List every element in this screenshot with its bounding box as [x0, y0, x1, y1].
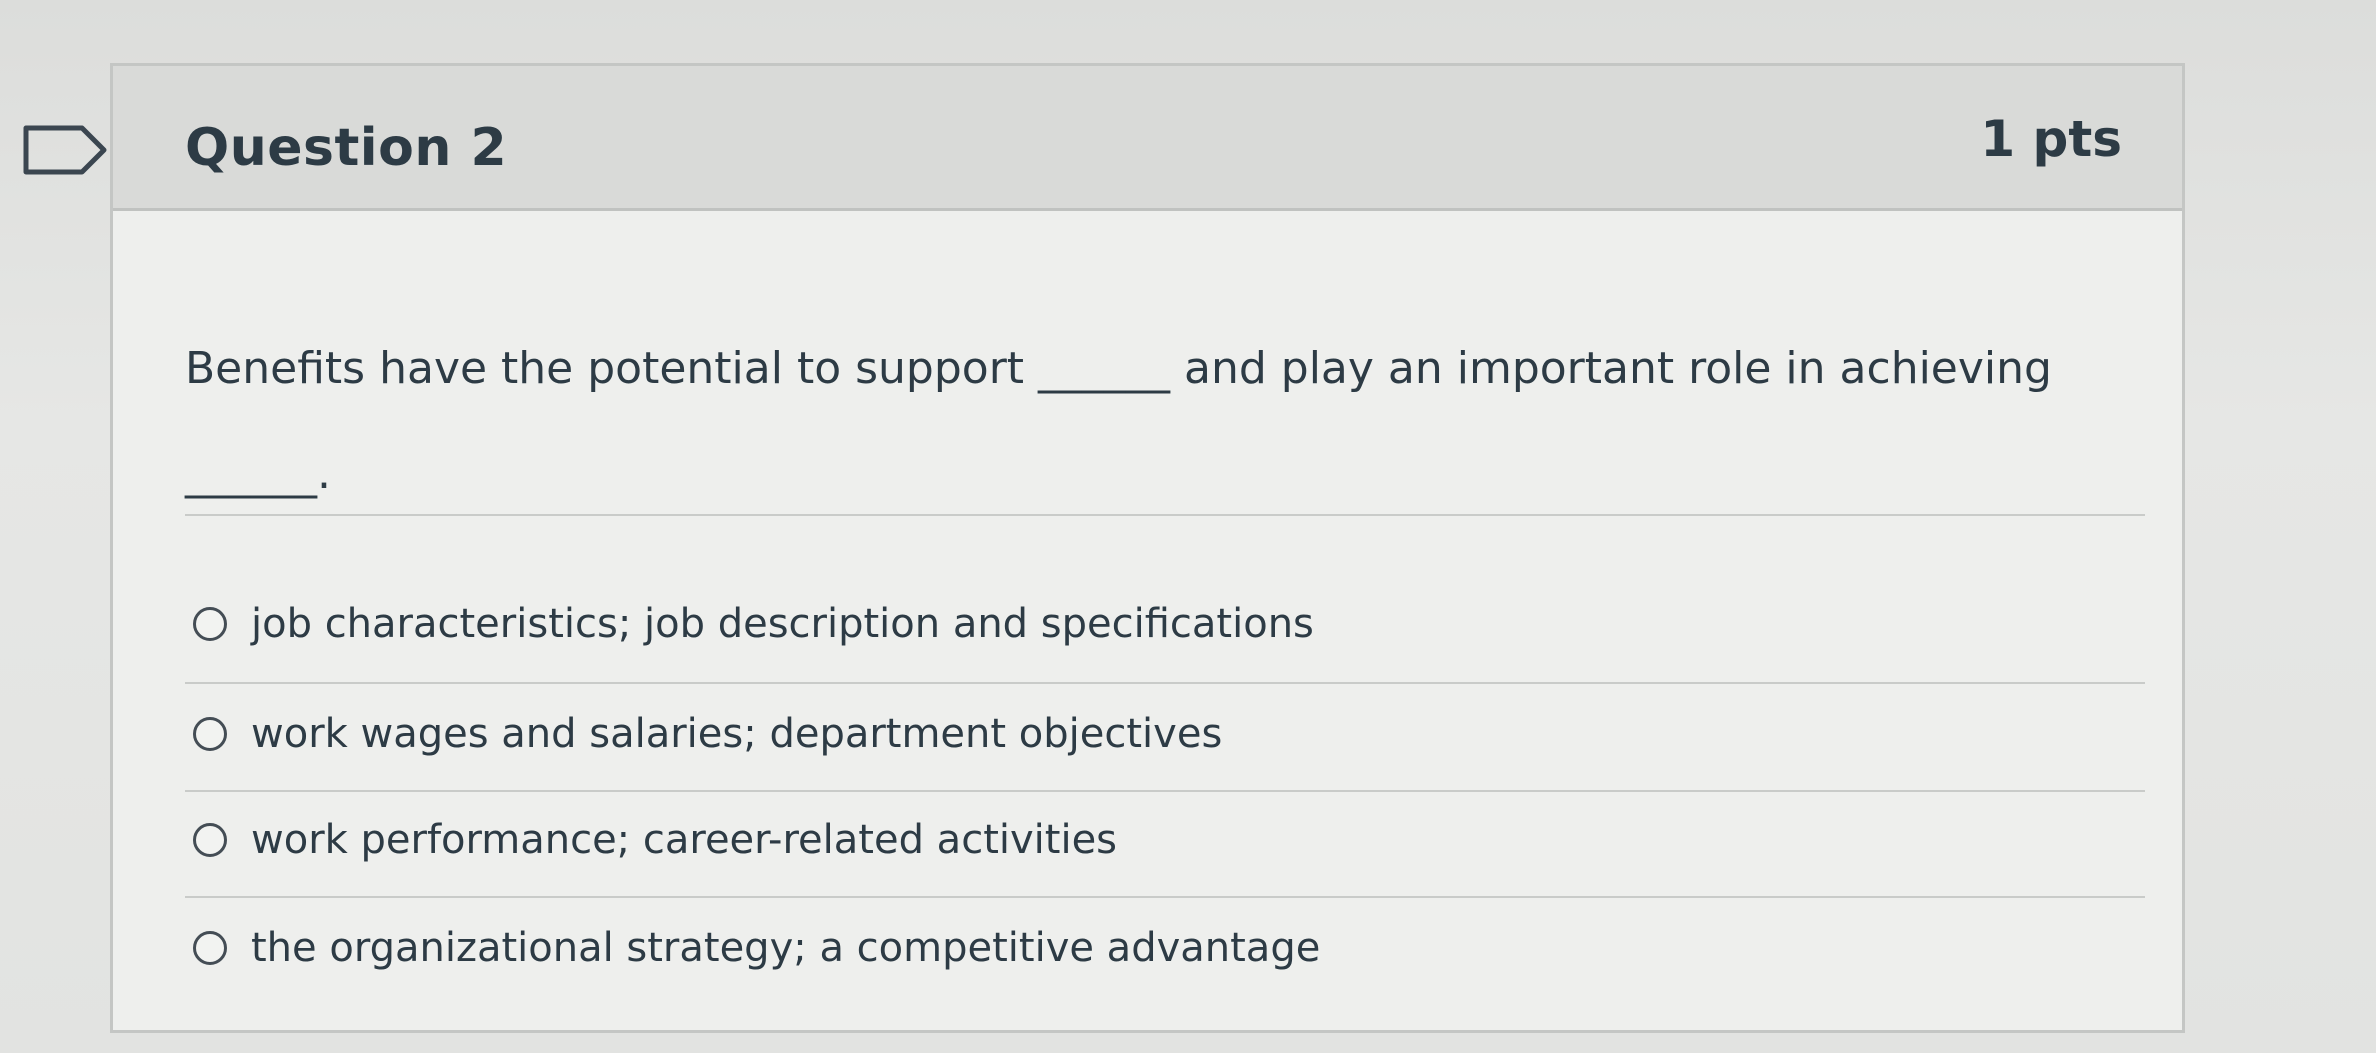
radio-button-icon[interactable] [193, 931, 227, 965]
radio-button-icon[interactable] [193, 823, 227, 857]
question-points: 1 pts [1980, 110, 2122, 168]
answers-top-divider [185, 514, 2145, 516]
answer-label[interactable]: the organizational strategy; a competiti… [251, 925, 1320, 971]
answer-divider [185, 790, 2145, 792]
answer-divider [185, 682, 2145, 684]
question-header: Question 2 1 pts [113, 66, 2182, 211]
radio-button-icon[interactable] [193, 717, 227, 751]
answer-label[interactable]: work performance; career-related activit… [251, 817, 1117, 863]
answer-label[interactable]: job characteristics; job description and… [251, 601, 1314, 647]
answer-option-3[interactable]: work performance; career-related activit… [193, 800, 1117, 880]
flag-question-icon[interactable] [20, 124, 110, 176]
question-card: Question 2 1 pts Benefits have the poten… [110, 63, 2185, 1033]
question-title: Question 2 [185, 118, 508, 178]
answer-label[interactable]: work wages and salaries; department obje… [251, 711, 1222, 757]
question-text-line-2: ______. [185, 448, 331, 499]
answer-option-1[interactable]: job characteristics; job description and… [193, 584, 1314, 664]
radio-button-icon[interactable] [193, 607, 227, 641]
question-text-line-1: Benefits have the potential to support _… [185, 343, 2052, 394]
answer-divider [185, 896, 2145, 898]
question-text: Benefits have the potential to support _… [185, 316, 2085, 526]
answer-option-4[interactable]: the organizational strategy; a competiti… [193, 908, 1320, 988]
answer-option-2[interactable]: work wages and salaries; department obje… [193, 694, 1222, 774]
